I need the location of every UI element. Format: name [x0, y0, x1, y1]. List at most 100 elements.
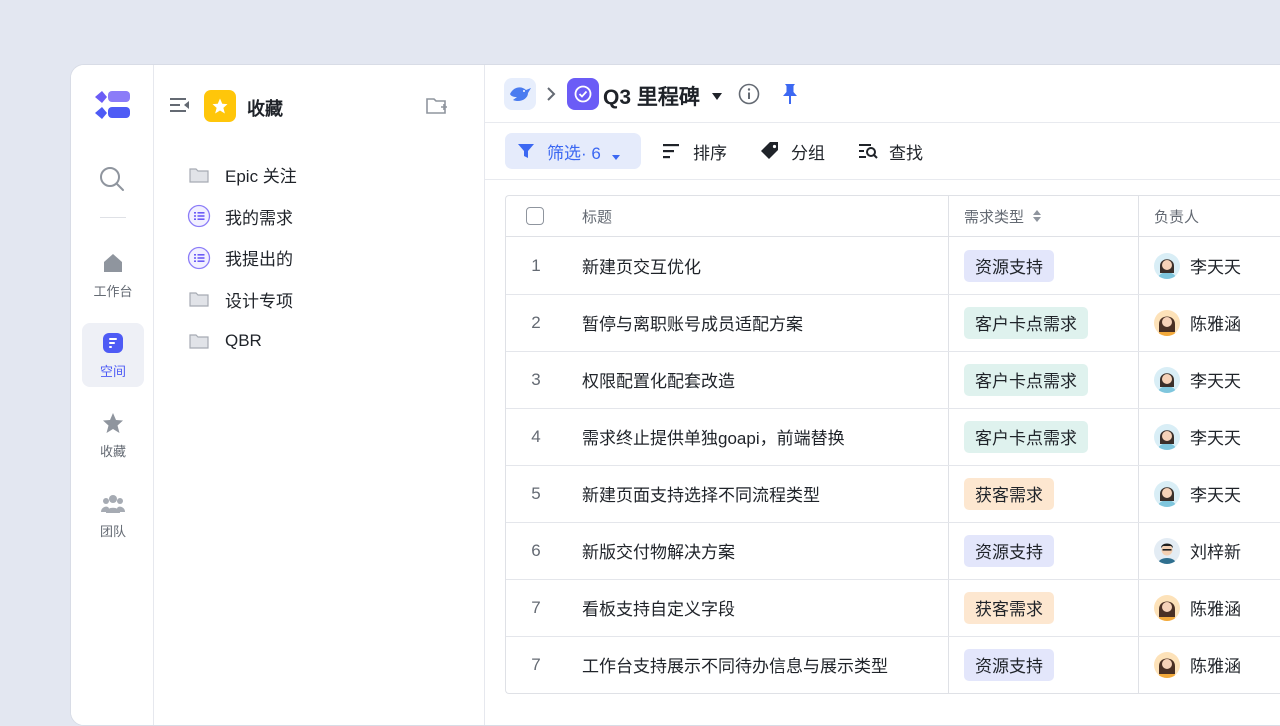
- table-row[interactable]: 1 新建页交互优化 资源支持 李天天: [506, 237, 1280, 295]
- avatar: [1154, 480, 1180, 507]
- rail-item-space[interactable]: 空间: [82, 323, 144, 387]
- pin-icon[interactable]: [779, 82, 801, 106]
- sort-arrows-icon[interactable]: [1032, 209, 1042, 223]
- sidebar-item-submitted-by-me[interactable]: 我提出的: [187, 237, 467, 279]
- row-type-cell[interactable]: 客户卡点需求: [964, 294, 1144, 351]
- milestone-icon: [567, 78, 599, 110]
- row-owner-cell[interactable]: 李天天: [1154, 351, 1280, 408]
- row-index: 1: [531, 255, 541, 275]
- sort-button[interactable]: 排序: [661, 133, 727, 169]
- table-row[interactable]: 7 工作台支持展示不同待办信息与展示类型 资源支持 陈雅涵: [506, 636, 1280, 693]
- avatar: [1154, 651, 1180, 678]
- row-index: 3: [531, 369, 541, 389]
- sidebar-item-epic[interactable]: Epic 关注: [187, 154, 467, 196]
- main-content: Q3 里程碑 筛选· 6 排序 分组 查找 标题 需求类型 负责人 1 新建页交…: [485, 65, 1280, 725]
- requirement-type-tag: 客户卡点需求: [964, 420, 1088, 453]
- sidebar-item-qbr[interactable]: QBR: [187, 320, 467, 362]
- sidebar-item-label: 我提出的: [225, 250, 293, 270]
- folder-icon: [187, 163, 211, 187]
- row-type-cell[interactable]: 客户卡点需求: [964, 408, 1144, 465]
- rail-item-label: 工作台: [93, 283, 133, 299]
- row-index: 4: [531, 426, 541, 446]
- caret-down-icon: [611, 147, 621, 160]
- app-window: 工作台 空间 收藏 团队 收藏 Epic 关注 我的需求 我提出的 设计专项 Q…: [70, 64, 1280, 726]
- find-button[interactable]: 查找: [857, 133, 923, 169]
- rail-item-favorites[interactable]: 收藏: [82, 403, 144, 467]
- table-row[interactable]: 5 新建页面支持选择不同流程类型 获客需求 李天天: [506, 465, 1280, 523]
- row-title[interactable]: 需求终止提供单独goapi，前端替换: [582, 408, 942, 465]
- avatar: [1154, 594, 1180, 621]
- owner-name: 李天天: [1190, 258, 1241, 277]
- row-index: 7: [531, 597, 541, 617]
- caret-down-icon[interactable]: [711, 89, 723, 100]
- row-title[interactable]: 新建页面支持选择不同流程类型: [582, 465, 942, 522]
- table-row[interactable]: 2 暂停与离职账号成员适配方案 客户卡点需求 陈雅涵: [506, 294, 1280, 352]
- team-icon: [101, 491, 125, 515]
- requirement-type-tag: 资源支持: [964, 648, 1054, 681]
- row-owner-cell[interactable]: 李天天: [1154, 408, 1280, 465]
- row-owner-cell[interactable]: 刘梓新: [1154, 522, 1280, 579]
- avatar: [1154, 252, 1180, 279]
- rail-item-label: 空间: [99, 363, 126, 379]
- row-owner-cell[interactable]: 陈雅涵: [1154, 294, 1280, 351]
- row-title[interactable]: 权限配置化配套改造: [582, 351, 942, 408]
- table-row[interactable]: 6 新版交付物解决方案 资源支持 刘梓新: [506, 522, 1280, 580]
- filter-icon: [515, 140, 537, 162]
- row-owner-cell[interactable]: 陈雅涵: [1154, 636, 1280, 693]
- row-owner-cell[interactable]: 陈雅涵: [1154, 579, 1280, 636]
- row-type-cell[interactable]: 资源支持: [964, 522, 1144, 579]
- table-row[interactable]: 3 权限配置化配套改造 客户卡点需求 李天天: [506, 351, 1280, 409]
- row-title[interactable]: 暂停与离职账号成员适配方案: [582, 294, 942, 351]
- avatar: [1154, 423, 1180, 450]
- sidebar-item-design[interactable]: 设计专项: [187, 279, 467, 321]
- filter-label: 筛选· 6: [547, 143, 601, 163]
- row-title[interactable]: 新版交付物解决方案: [582, 522, 942, 579]
- row-title[interactable]: 新建页交互优化: [582, 237, 942, 294]
- row-index: 2: [531, 312, 541, 332]
- app-logo[interactable]: [93, 89, 133, 121]
- requirements-table: 标题 需求类型 负责人 1 新建页交互优化 资源支持 李天天 2 暂停与离职账号成员适配方…: [505, 195, 1280, 694]
- row-type-cell[interactable]: 资源支持: [964, 237, 1144, 294]
- column-header-type[interactable]: 需求类型: [964, 196, 1042, 236]
- row-type-cell[interactable]: 获客需求: [964, 579, 1144, 636]
- owner-name: 陈雅涵: [1190, 657, 1241, 676]
- row-owner-cell[interactable]: 李天天: [1154, 237, 1280, 294]
- row-index: 5: [531, 483, 541, 503]
- requirement-type-tag: 获客需求: [964, 591, 1054, 624]
- row-type-cell[interactable]: 资源支持: [964, 636, 1144, 693]
- info-icon[interactable]: [738, 83, 760, 105]
- row-title[interactable]: 工作台支持展示不同待办信息与展示类型: [582, 636, 942, 693]
- table-row[interactable]: 4 需求终止提供单独goapi，前端替换 客户卡点需求 李天天: [506, 408, 1280, 466]
- row-index: 6: [531, 540, 541, 560]
- home-icon: [101, 251, 125, 275]
- row-index: 7: [531, 654, 541, 674]
- nav-rail: 工作台 空间 收藏 团队: [71, 65, 154, 725]
- new-folder-icon[interactable]: [426, 96, 448, 116]
- requirement-type-tag: 客户卡点需求: [964, 306, 1088, 339]
- select-all-checkbox[interactable]: [526, 196, 544, 236]
- rail-item-label: 团队: [99, 523, 126, 539]
- row-type-cell[interactable]: 获客需求: [964, 465, 1144, 522]
- sidebar-item-label: 设计专项: [225, 291, 293, 311]
- view-toolbar: 筛选· 6 排序 分组 查找: [485, 123, 1280, 180]
- requirement-type-tag: 获客需求: [964, 477, 1054, 510]
- search-icon[interactable]: [99, 166, 125, 192]
- folder-icon: [187, 287, 211, 311]
- row-type-cell[interactable]: 客户卡点需求: [964, 351, 1144, 408]
- sidebar-title: 收藏: [247, 99, 283, 119]
- avatar: [1154, 309, 1180, 336]
- row-owner-cell[interactable]: 李天天: [1154, 465, 1280, 522]
- rail-item-workbench[interactable]: 工作台: [82, 243, 144, 307]
- project-title[interactable]: Q3 里程碑: [603, 81, 700, 111]
- row-title[interactable]: 看板支持自定义字段: [582, 579, 942, 636]
- filter-button[interactable]: 筛选· 6: [505, 133, 641, 169]
- sidebar-item-my-requirements[interactable]: 我的需求: [187, 196, 467, 238]
- rail-item-team[interactable]: 团队: [82, 483, 144, 547]
- owner-name: 陈雅涵: [1190, 600, 1241, 619]
- collapse-sidebar-icon[interactable]: [169, 95, 191, 115]
- table-row[interactable]: 7 看板支持自定义字段 获客需求 陈雅涵: [506, 579, 1280, 637]
- group-button[interactable]: 分组: [759, 133, 825, 169]
- column-header-owner[interactable]: 负责人: [1154, 196, 1199, 236]
- workspace-bird-icon[interactable]: [504, 78, 536, 110]
- column-header-title[interactable]: 标题: [582, 196, 612, 236]
